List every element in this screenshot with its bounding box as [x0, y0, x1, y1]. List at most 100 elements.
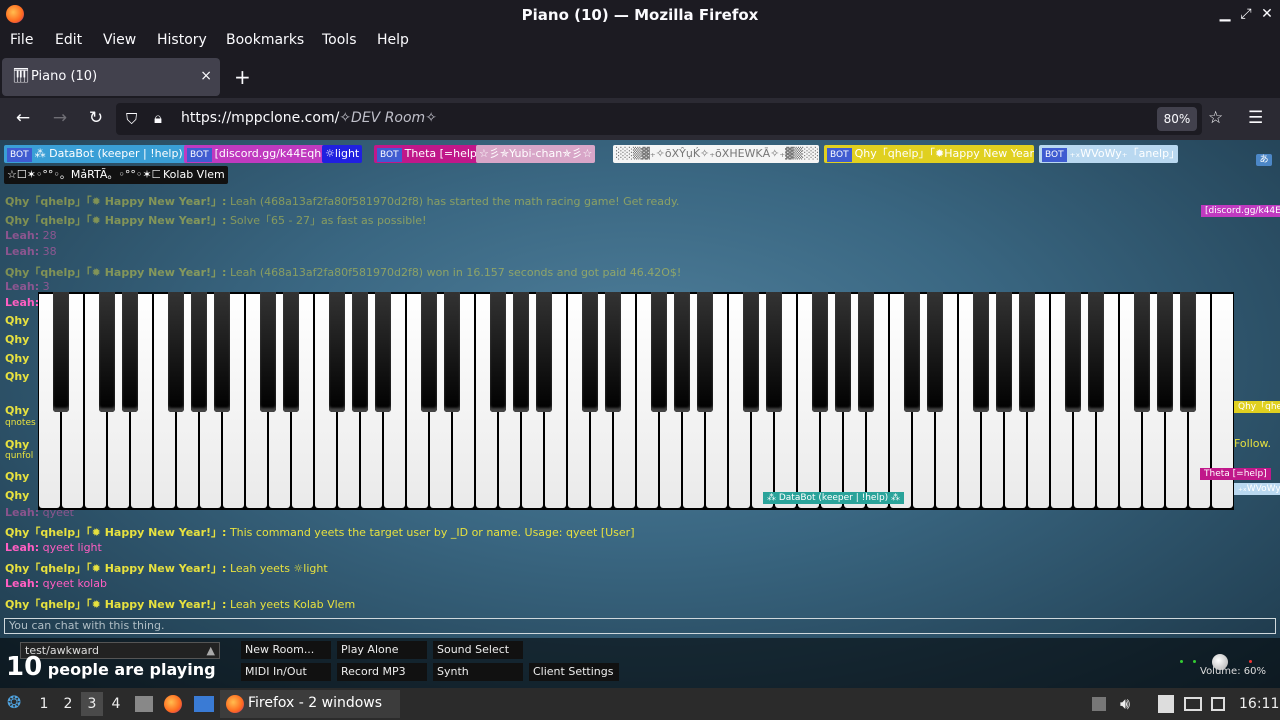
- black-key[interactable]: [53, 292, 69, 412]
- workspace-1[interactable]: 1: [33, 692, 55, 716]
- black-key[interactable]: [122, 292, 138, 412]
- user-wvowy[interactable]: BOT ₊ₓWVoWy₊「anelp」: [1039, 145, 1178, 163]
- notification-icon[interactable]: [1211, 697, 1225, 711]
- menu-file[interactable]: File: [10, 32, 33, 48]
- user-marta[interactable]: ☆☐✶◦°°◦。MảRTÃ。◦°°◦✶☐☆: [4, 166, 175, 184]
- black-key[interactable]: [444, 292, 460, 412]
- black-key[interactable]: [329, 292, 345, 412]
- menu-tools[interactable]: Tools: [322, 32, 357, 48]
- file-manager-icon[interactable]: [135, 696, 153, 712]
- client-settings-button[interactable]: Client Settings: [529, 663, 619, 681]
- black-key[interactable]: [260, 292, 276, 412]
- black-key[interactable]: [973, 292, 989, 412]
- black-key[interactable]: [582, 292, 598, 412]
- black-key[interactable]: [674, 292, 690, 412]
- black-key[interactable]: [1134, 292, 1150, 412]
- bookmark-star-icon[interactable]: ☆: [1208, 108, 1223, 128]
- firefox-launcher-icon[interactable]: [164, 695, 182, 713]
- piano-keyboard[interactable]: [38, 292, 1234, 510]
- black-key[interactable]: [421, 292, 437, 412]
- black-key[interactable]: [168, 292, 184, 412]
- black-key[interactable]: [283, 292, 299, 412]
- synth-button[interactable]: Synth: [433, 663, 523, 681]
- chat-message: 38: [42, 245, 57, 258]
- play-alone-button[interactable]: Play Alone: [337, 641, 427, 659]
- back-icon[interactable]: ←: [12, 108, 34, 128]
- menu-bookmarks[interactable]: Bookmarks: [226, 32, 304, 48]
- new-room-button[interactable]: New Room...: [241, 641, 331, 659]
- clipboard-icon[interactable]: [1158, 695, 1174, 713]
- shield-icon[interactable]: ⛉: [126, 110, 137, 128]
- url-text[interactable]: https://mppclone.com/✧DEV Room✧: [181, 110, 437, 126]
- display-icon[interactable]: [1184, 697, 1202, 711]
- black-key[interactable]: [352, 292, 368, 412]
- black-key[interactable]: [927, 292, 943, 412]
- user-discord[interactable]: BOT [discord.gg/k44Eqha]: [184, 145, 336, 163]
- url-bar[interactable]: ⛉ 🔒︎ https://mppclone.com/✧DEV Room✧: [116, 103, 1202, 135]
- volume-icon[interactable]: 🔊︎: [1120, 694, 1130, 714]
- user-light[interactable]: ☼light: [322, 145, 363, 163]
- black-key[interactable]: [812, 292, 828, 412]
- black-key[interactable]: [191, 292, 207, 412]
- reload-icon[interactable]: ↻: [85, 108, 107, 128]
- user-name: Qhy「qhelp」「✹Happy New Year!」: [854, 147, 1034, 160]
- black-key[interactable]: [536, 292, 552, 412]
- black-key[interactable]: [375, 292, 391, 412]
- hamburger-menu-icon[interactable]: ☰: [1248, 108, 1263, 128]
- chat-fragment: Qhy: [5, 470, 30, 483]
- black-key[interactable]: [904, 292, 920, 412]
- black-key[interactable]: [697, 292, 713, 412]
- close-tab-icon[interactable]: ×: [200, 68, 212, 84]
- chat-fragment: Leah:: [5, 296, 40, 309]
- black-key[interactable]: [1065, 292, 1081, 412]
- menu-edit[interactable]: Edit: [55, 32, 82, 48]
- user-yubi[interactable]: ☆彡✯Yubi-chan✯彡☆: [476, 145, 596, 163]
- tray-up-icon[interactable]: [1092, 697, 1106, 711]
- black-key[interactable]: [605, 292, 621, 412]
- desktop-icon[interactable]: [194, 696, 214, 712]
- black-key[interactable]: [1019, 292, 1035, 412]
- user-name: ☆彡✯Yubi-chan✯彡☆: [479, 147, 593, 160]
- maximize-icon[interactable]: ⤢: [1238, 6, 1254, 22]
- black-key[interactable]: [743, 292, 759, 412]
- black-key[interactable]: [513, 292, 529, 412]
- close-window-icon[interactable]: ✕: [1259, 6, 1275, 22]
- tab-piano[interactable]: 🎹︎ Piano (10) ×: [2, 58, 220, 96]
- black-key[interactable]: [1180, 292, 1196, 412]
- new-tab-button[interactable]: +: [234, 65, 251, 89]
- chat-input[interactable]: You can chat with this thing.: [4, 618, 1276, 634]
- black-key[interactable]: [99, 292, 115, 412]
- black-key[interactable]: [214, 292, 230, 412]
- chat-message: qyeet light: [42, 541, 102, 554]
- start-menu-icon[interactable]: ❂: [7, 693, 21, 713]
- user-theta[interactable]: BOT Theta [=help]: [374, 145, 485, 163]
- menu-help[interactable]: Help: [377, 32, 409, 48]
- workspace-3[interactable]: 3: [81, 692, 103, 716]
- sound-select-button[interactable]: Sound Select: [433, 641, 523, 659]
- user-kolab[interactable]: Kolab Vlem: [160, 166, 228, 184]
- midi-in-out-button[interactable]: MIDI In/Out: [241, 663, 331, 681]
- workspace-2[interactable]: 2: [57, 692, 79, 716]
- black-key[interactable]: [858, 292, 874, 412]
- translate-icon[interactable]: あ: [1256, 154, 1272, 166]
- zoom-level-button[interactable]: 80%: [1157, 107, 1197, 131]
- black-key[interactable]: [651, 292, 667, 412]
- user-databot[interactable]: BOT ⁂ DataBot (keeper | !help) ⁂: [4, 145, 201, 163]
- record-mp3-button[interactable]: Record MP3: [337, 663, 427, 681]
- workspace-4[interactable]: 4: [105, 692, 127, 716]
- black-key[interactable]: [1088, 292, 1104, 412]
- taskbar-firefox-window[interactable]: Firefox - 2 windows: [220, 690, 400, 718]
- user-xhewka[interactable]: ░░▒▓₊✧ōXŶụḰ✧₊ōXHEWKĀ✧₊▓▒░░: [613, 145, 819, 163]
- user-qhy[interactable]: BOT Qhy「qhelp」「✹Happy New Year!」: [824, 145, 1034, 163]
- minimize-icon[interactable]: ▁: [1217, 6, 1233, 22]
- chat-line: Leah: qyeet light: [5, 541, 102, 554]
- black-key[interactable]: [835, 292, 851, 412]
- menu-view[interactable]: View: [103, 32, 136, 48]
- forward-icon[interactable]: →: [49, 108, 71, 128]
- black-key[interactable]: [490, 292, 506, 412]
- lock-icon[interactable]: 🔒︎: [154, 109, 162, 127]
- black-key[interactable]: [1157, 292, 1173, 412]
- menu-history[interactable]: History: [157, 32, 207, 48]
- black-key[interactable]: [996, 292, 1012, 412]
- black-key[interactable]: [766, 292, 782, 412]
